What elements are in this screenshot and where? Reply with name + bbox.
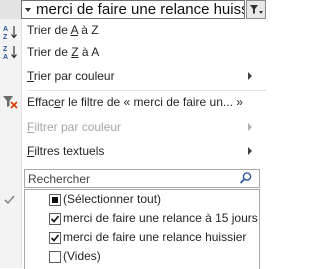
submenu-arrow-icon (248, 123, 252, 131)
checkmark-icon (4, 195, 15, 205)
label-part: iltrer par couleur (34, 120, 122, 134)
label-part: Trier de (27, 23, 71, 37)
label-part: iltres textuels (34, 144, 105, 158)
list-item-label: (Vides) (63, 249, 101, 263)
filtered-cell[interactable]: merci de faire une relance huissier (21, 0, 245, 19)
label-part: Trier de (27, 45, 72, 59)
partial-state-icon (52, 197, 58, 203)
clear-filter-item[interactable]: Effacer le filtre de « merci de faire un… (27, 92, 243, 112)
label-part: r le filtre de « merci de faire un... » (60, 95, 243, 109)
accelerator-key: e (54, 95, 61, 109)
value-checkbox[interactable] (49, 251, 61, 263)
row-header-corner (0, 0, 21, 20)
sort-by-color-item[interactable]: Trier par couleur (27, 66, 115, 86)
filter-by-color-item[interactable]: Filtrer par couleur (27, 117, 121, 137)
sort-a-to-z-item[interactable]: Trier de A à Z (27, 20, 99, 40)
sort-descending-icon: Z A (3, 46, 17, 60)
svg-text:A: A (3, 26, 8, 33)
search-input[interactable] (24, 169, 260, 188)
filter-dropdown-button[interactable] (246, 0, 266, 19)
list-item[interactable]: merci de faire une relance huissier (63, 228, 246, 247)
svg-text:Z: Z (3, 34, 8, 40)
label-part: Effac (27, 95, 55, 109)
list-item[interactable]: (Vides) (63, 247, 101, 266)
sort-z-to-a-item[interactable]: Trier de Z à A (27, 42, 99, 62)
cell-value: merci de faire une relance huissier (36, 1, 245, 18)
clear-filter-icon (3, 96, 18, 109)
accelerator-key: A (70, 23, 78, 37)
submenu-arrow-icon (248, 147, 252, 155)
search-icon (239, 172, 252, 184)
label-part: Z (91, 23, 99, 37)
accelerator-key: Z (71, 45, 79, 59)
select-all-checkbox[interactable] (49, 194, 61, 206)
sort-ascending-icon: A Z (3, 26, 17, 40)
dropdown-marker-icon (25, 8, 31, 12)
list-item-label: merci de faire une relance à 15 jours (63, 211, 258, 225)
label-part: à (78, 45, 92, 59)
value-checkbox[interactable] (49, 213, 61, 225)
filter-active-icon (250, 5, 263, 14)
accelerator-key: T (27, 69, 34, 83)
menu-separator (27, 90, 266, 91)
value-checkbox[interactable] (49, 232, 61, 244)
label-part: rier par couleur (33, 69, 115, 83)
submenu-arrow-icon (248, 72, 252, 80)
list-item[interactable]: merci de faire une relance à 15 jours (63, 209, 258, 228)
svg-text:A: A (3, 54, 8, 60)
svg-text:Z: Z (3, 46, 8, 53)
text-filters-item[interactable]: Filtres textuels (27, 141, 104, 161)
list-item-label: merci de faire une relance huissier (63, 230, 247, 244)
check-icon (50, 215, 60, 223)
values-list: (Sélectionner tout) merci de faire une r… (24, 189, 260, 269)
check-icon (50, 234, 60, 242)
list-item-label: (Sélectionner tout) (63, 192, 162, 206)
label-part: à (77, 23, 92, 37)
list-item[interactable]: (Sélectionner tout) (63, 190, 161, 209)
label-part: A (91, 45, 100, 59)
